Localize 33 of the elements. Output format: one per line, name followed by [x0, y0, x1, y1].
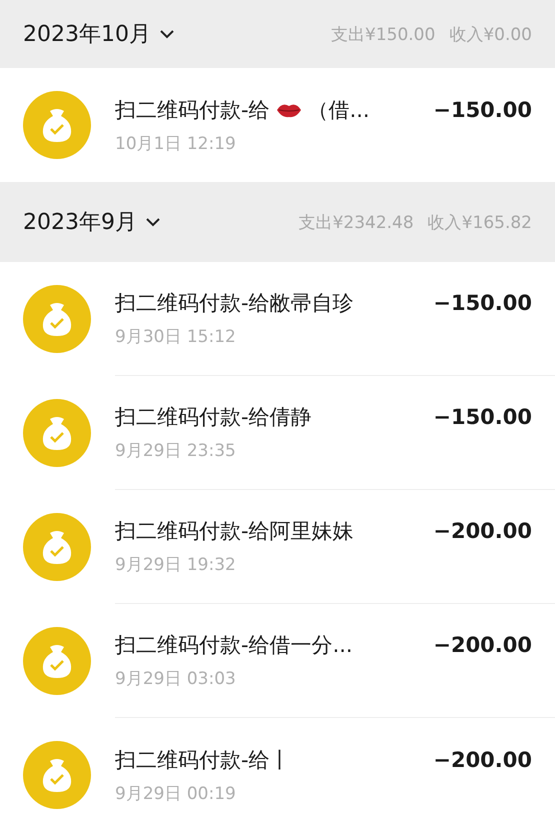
transaction-amount: −150.00	[433, 98, 532, 122]
transaction-time: 10月1日 12:19	[115, 132, 237, 154]
transaction-amount: −150.00	[433, 291, 532, 315]
transaction-title: 扫二维码付款-给阿里妹妹	[115, 518, 354, 545]
money-bag-icon	[23, 627, 91, 695]
month-selector[interactable]: 2023年10月	[23, 19, 175, 49]
transaction-title: 扫二维码付款-给	[115, 96, 270, 124]
money-bag-icon	[23, 741, 91, 809]
transaction-amount: −150.00	[433, 405, 532, 429]
income-total: 收入¥0.00	[449, 24, 532, 46]
money-bag-icon	[23, 91, 91, 159]
transaction-time: 9月30日 15:12	[115, 326, 237, 348]
transaction-amount: −200.00	[433, 633, 532, 657]
income-total: 收入¥165.82	[428, 212, 532, 234]
expense-total: 支出¥150.00	[331, 24, 436, 46]
transaction-title: 扫二维码付款-给敝帚自珍	[115, 290, 354, 317]
month-selector[interactable]: 2023年9月	[23, 207, 161, 237]
transaction-title: 扫二维码付款-给倩静	[115, 404, 312, 431]
transaction-title-suffix: （借...	[308, 96, 370, 124]
money-bag-icon	[23, 285, 91, 353]
chevron-down-icon	[158, 29, 175, 39]
transaction-title: 扫二维码付款-给借一分...	[115, 632, 353, 659]
transaction-amount: −200.00	[433, 748, 532, 772]
transaction-time: 9月29日 00:19	[115, 782, 237, 804]
transaction-time: 9月29日 19:32	[115, 554, 237, 576]
transaction-title: 扫二维码付款-给丨	[115, 746, 291, 774]
transaction-time: 9月29日 03:03	[115, 668, 237, 690]
transaction-amount: −200.00	[433, 519, 532, 543]
expense-total: 支出¥2342.48	[298, 212, 414, 234]
transaction-time: 9月29日 23:35	[115, 440, 237, 462]
money-bag-icon	[23, 513, 91, 581]
chevron-down-icon	[145, 217, 161, 227]
money-bag-icon	[23, 399, 91, 467]
